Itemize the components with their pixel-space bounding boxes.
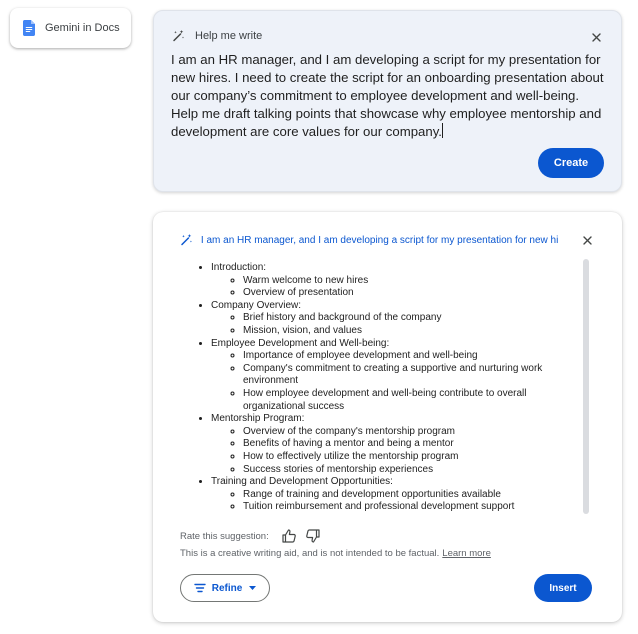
outline-subitem: Range of training and development opport…	[243, 489, 579, 502]
outline-subitem: Success stories of mentorship experience…	[243, 464, 579, 477]
suggestion-panel: I am an HR manager, and I am developing …	[153, 212, 622, 622]
outline-item: Training and Development Opportunities: …	[211, 476, 579, 514]
outline-subitem: Company's commitment to creating a suppo…	[243, 363, 579, 388]
close-icon	[582, 235, 592, 245]
help-me-write-header: Help me write	[171, 29, 262, 43]
suggestion-header[interactable]: I am an HR manager, and I am developing …	[179, 233, 559, 247]
prompt-text-input[interactable]: I am an HR manager, and I am developing …	[171, 51, 607, 141]
outline-sublist: Importance of employee development and w…	[211, 350, 579, 413]
magic-wand-icon	[173, 30, 184, 42]
disclaimer: This is a creative writing aid, and is n…	[180, 548, 491, 559]
insert-button[interactable]: Insert	[534, 574, 592, 602]
outline-item: Company Overview: Brief history and back…	[211, 300, 579, 338]
tune-icon	[194, 583, 206, 593]
outline-item: Employee Development and Well-being: Imp…	[211, 338, 579, 414]
outline-subitem: Warm welcome to new hires	[243, 275, 579, 288]
suggestion-content[interactable]: Introduction: Warm welcome to new hires …	[179, 262, 579, 516]
disclaimer-text: This is a creative writing aid, and is n…	[180, 548, 440, 559]
close-icon	[591, 32, 601, 42]
outline-sublist: Overview of the company's mentorship pro…	[211, 426, 579, 476]
outline-subitem: How to effectively utilize the mentorshi…	[243, 451, 579, 464]
outline-item-label: Company Overview:	[211, 299, 302, 311]
outline-item: Mentorship Program: Overview of the comp…	[211, 413, 579, 476]
outline-subitem: Benefits of having a mentor and being a …	[243, 438, 579, 451]
outline-subitem: Tuition reimbursement and professional d…	[243, 501, 579, 514]
outline-subitem: Brief history and background of the comp…	[243, 312, 579, 325]
rating-row: Rate this suggestion:	[180, 528, 321, 544]
prompt-preview[interactable]: I am an HR manager, and I am developing …	[201, 235, 559, 246]
help-me-write-title: Help me write	[195, 30, 263, 42]
google-docs-icon	[23, 20, 35, 36]
magic-wand-icon	[181, 234, 192, 246]
outline-item: Introduction: Warm welcome to new hires …	[211, 262, 579, 300]
outline-subitem: Overview of the company's mentorship pro…	[243, 426, 579, 439]
outline-sublist: Range of training and development opport…	[211, 489, 579, 514]
thumbs-down-icon[interactable]	[305, 528, 321, 544]
outline-list: Introduction: Warm welcome to new hires …	[179, 262, 579, 514]
learn-more-link[interactable]: Learn more	[442, 548, 491, 559]
outline-subitem: How employee development and well-being …	[243, 388, 579, 413]
refine-button[interactable]: Refine	[180, 574, 270, 602]
refine-label: Refine	[211, 582, 243, 594]
outline-item-label: Employee Development and Well-being:	[211, 337, 390, 349]
text-cursor	[441, 123, 443, 138]
thumbs-up-icon[interactable]	[281, 528, 297, 544]
suggestion-scrollbar[interactable]	[583, 259, 589, 514]
chip-label: Gemini in Docs	[45, 22, 120, 34]
help-me-write-panel: Help me write I am an HR manager, and I …	[153, 10, 622, 192]
create-button[interactable]: Create	[538, 148, 604, 178]
prompt-text: I am an HR manager, and I am developing …	[171, 52, 604, 139]
outline-item-label: Training and Development Opportunities:	[211, 476, 393, 488]
outline-item-label: Mentorship Program:	[211, 413, 305, 425]
close-help-me-write-button[interactable]	[587, 28, 605, 46]
outline-sublist: Warm welcome to new hires Overview of pr…	[211, 275, 579, 300]
rate-label: Rate this suggestion:	[180, 530, 269, 542]
dropdown-arrow-icon	[249, 586, 257, 590]
outline-subitem: Importance of employee development and w…	[243, 350, 579, 363]
outline-sublist: Brief history and background of the comp…	[211, 312, 579, 337]
outline-item-label: Introduction:	[211, 262, 267, 273]
outline-subitem: Mission, vision, and values	[243, 325, 579, 338]
gemini-in-docs-chip[interactable]: Gemini in Docs	[10, 8, 131, 48]
close-suggestion-button[interactable]	[578, 231, 596, 249]
outline-subitem: Overview of presentation	[243, 287, 579, 300]
